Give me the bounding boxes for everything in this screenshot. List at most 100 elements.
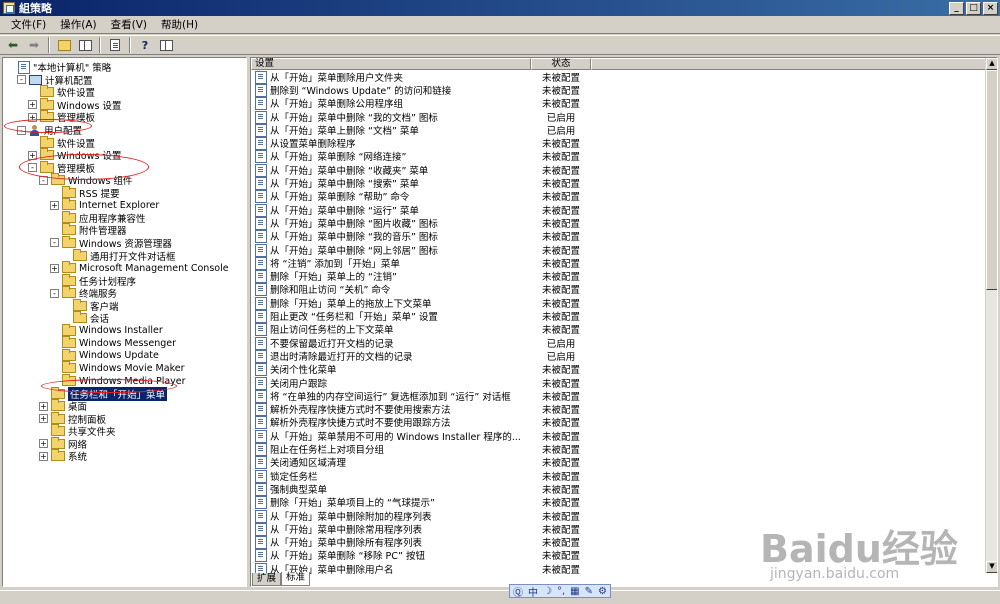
up-level-button[interactable] <box>54 36 74 54</box>
table-row[interactable]: 阻止更改 “任务栏和「开始」菜单” 设置 未被配置 <box>251 309 591 324</box>
table-row[interactable]: 从「开始」菜单中删除 “图片收藏” 图标 未被配置 <box>251 216 591 230</box>
table-row[interactable]: 从「开始」菜单中删除附加的程序列表 未被配置 <box>251 509 591 523</box>
scroll-down-arrow-icon[interactable]: ▼ <box>986 561 997 573</box>
settings-list-pane[interactable]: 设置 状态 ▲ ▼ 从「开始」菜单删除用户文件夹 未被配置 删除到 “Windows… <box>250 57 998 587</box>
tree-node[interactable]: + Windows 设置 <box>28 97 121 112</box>
table-row[interactable]: 关闭个性化菜单 未被配置 <box>251 363 591 377</box>
table-row[interactable]: 从「开始」菜单中删除 “搜索” 菜单 未被配置 <box>251 176 591 191</box>
tree-node[interactable]: Windows Installer <box>50 323 163 338</box>
table-row[interactable]: 关闭通知区域清理 未被配置 <box>251 456 591 470</box>
expand-icon[interactable]: + <box>28 112 37 122</box>
table-row[interactable]: 解析外壳程序快捷方式时不要使用跟踪方法 未被配置 <box>251 416 591 430</box>
table-row[interactable]: 删除「开始」菜单上的 “注销” 未被配置 <box>251 270 591 284</box>
ime-chinese-mode[interactable]: 中 <box>528 584 538 599</box>
tree-node[interactable]: Windows Media Player <box>50 374 186 388</box>
column-header-setting[interactable]: 设置 <box>251 58 531 70</box>
menu-view[interactable]: 查看(V) <box>104 17 154 32</box>
tree-node[interactable]: + Windows 设置 <box>28 148 121 162</box>
table-row[interactable]: 关闭用户跟踪 未被配置 <box>251 376 591 390</box>
back-button[interactable]: ⬅ <box>3 36 23 54</box>
tab-standard[interactable]: 标准 <box>281 572 311 586</box>
table-row[interactable]: 从「开始」菜单中删除 “网上邻居” 图标 未被配置 <box>251 243 591 257</box>
table-row[interactable]: 不要保留最近打开文档的记录 已启用 <box>251 336 591 350</box>
collapse-icon[interactable]: - <box>50 238 59 248</box>
ime-settings-icon[interactable]: ⚙ <box>598 586 607 597</box>
tree-node[interactable]: 通用打开文件对话框 <box>61 248 176 263</box>
tree-node[interactable]: + 管理模板 <box>28 110 95 124</box>
tree-node[interactable]: - 用户配置 <box>17 124 82 137</box>
show-hide-tree-button[interactable] <box>75 36 95 54</box>
help-button[interactable]: ? <box>135 36 155 54</box>
tree-node[interactable]: 应用程序兼容性 <box>50 210 146 225</box>
tab-extended[interactable]: 扩展 <box>252 573 282 586</box>
tree-node[interactable]: + 桌面 <box>39 399 87 413</box>
ime-pen-icon[interactable]: ✎ <box>585 586 593 597</box>
tree-node[interactable]: 任务栏和「开始」菜单 <box>39 386 168 401</box>
table-row[interactable]: 从设置菜单删除程序 未被配置 <box>251 137 591 151</box>
export-list-button[interactable] <box>105 36 125 54</box>
tree-node[interactable]: Windows Update <box>50 348 159 363</box>
collapse-icon[interactable]: - <box>39 175 48 185</box>
tree-node[interactable]: Windows Movie Maker <box>50 361 185 375</box>
properties-button[interactable] <box>156 36 176 54</box>
expand-icon[interactable]: + <box>50 200 59 210</box>
ime-punctuation-icon[interactable]: °, <box>557 586 565 597</box>
forward-button[interactable]: ➡ <box>24 36 44 54</box>
table-row[interactable]: 删除到 “Windows Update” 的访问和链接 未被配置 <box>251 83 591 97</box>
table-row[interactable]: 阻止在任务栏上对项目分组 未被配置 <box>251 442 591 457</box>
table-row[interactable]: 从「开始」菜单中删除所有程序列表 未被配置 <box>251 536 591 550</box>
tree-node[interactable]: "本地计算机" 策略 <box>6 61 111 75</box>
table-row[interactable]: 删除「开始」菜单项目上的 “气球提示” 未被配置 <box>251 496 591 510</box>
tree-node[interactable]: + 网络 <box>39 436 87 451</box>
tree-node[interactable]: - 计算机配置 <box>17 74 93 87</box>
collapse-icon[interactable]: - <box>17 125 26 135</box>
expand-icon[interactable]: + <box>39 439 48 449</box>
ime-keyboard-icon[interactable]: ▦ <box>570 586 579 597</box>
expand-icon[interactable]: + <box>39 451 48 461</box>
table-row[interactable]: 从「开始」菜单中删除 “我的文档” 图标 已启用 <box>251 110 591 124</box>
tree-node[interactable]: 软件设置 <box>28 85 95 99</box>
maximize-button[interactable]: □ <box>966 1 981 15</box>
tree-node[interactable]: + 系统 <box>39 449 87 463</box>
table-row[interactable]: 阻止访问任务栏的上下文菜单 未被配置 <box>251 323 591 337</box>
expand-icon[interactable]: + <box>50 263 59 273</box>
tree-node[interactable]: 任务计划程序 <box>50 273 136 288</box>
tree-node[interactable]: + 控制面板 <box>39 411 106 426</box>
scroll-thumb[interactable] <box>986 70 997 290</box>
ime-logo-icon[interactable]: Ⓠ <box>513 584 523 599</box>
tree-node[interactable]: Windows Messenger <box>50 336 176 350</box>
table-row[interactable]: 将 “在单独的内存空间运行” 复选框添加到 “运行” 对话框 未被配置 <box>251 389 591 403</box>
table-row[interactable]: 解析外壳程序快捷方式时不要使用搜索方法 未被配置 <box>251 403 591 417</box>
expand-icon[interactable]: + <box>39 401 48 411</box>
tree-node[interactable]: + Internet Explorer <box>50 198 159 212</box>
tree-node[interactable]: 附件管理器 <box>50 223 127 237</box>
table-row[interactable]: 从「开始」菜单删除 “帮助” 命令 未被配置 <box>251 190 591 204</box>
tree-node[interactable]: 客户端 <box>61 298 119 313</box>
minimize-button[interactable]: _ <box>949 1 964 15</box>
table-row[interactable]: 从「开始」菜单中删除常用程序列表 未被配置 <box>251 522 591 536</box>
menu-action[interactable]: 操作(A) <box>53 17 103 32</box>
collapse-icon[interactable]: - <box>28 163 37 173</box>
collapse-icon[interactable]: - <box>50 288 59 298</box>
table-row[interactable]: 从「开始」菜单中删除 “收藏夹” 菜单 未被配置 <box>251 163 591 177</box>
close-button[interactable]: × <box>983 1 998 15</box>
console-tree-pane[interactable]: "本地计算机" 策略 - 计算机配置 软件设置 + Windows 设置 + 管理模板 - 用户配… <box>2 57 247 587</box>
table-row[interactable]: 从「开始」菜单删除用户文件夹 未被配置 <box>251 70 591 84</box>
table-row[interactable]: 删除和阻止访问 “关机” 命令 未被配置 <box>251 283 591 297</box>
table-row[interactable]: 将 “注销” 添加到「开始」菜单 未被配置 <box>251 256 591 270</box>
column-header-state[interactable]: 状态 <box>531 58 591 70</box>
list-scrollbar[interactable]: ▲ ▼ <box>985 58 997 573</box>
expand-icon[interactable]: + <box>28 150 37 160</box>
table-row[interactable]: 强制典型菜单 未被配置 <box>251 482 591 496</box>
expand-icon[interactable]: + <box>28 100 37 110</box>
menu-file[interactable]: 文件(F) <box>4 17 53 32</box>
collapse-icon[interactable]: - <box>17 75 26 85</box>
table-row[interactable]: 从「开始」菜单删除公用程序组 未被配置 <box>251 97 591 111</box>
table-row[interactable]: 退出时清除最近打开的文档的记录 已启用 <box>251 349 591 363</box>
tree-node[interactable]: - Windows 资源管理器 <box>50 235 172 250</box>
ime-width-moon-icon[interactable]: ☽ <box>543 586 552 597</box>
tree-node[interactable]: - 管理模板 <box>28 160 95 175</box>
table-row[interactable]: 从「开始」菜单中删除 “运行” 菜单 未被配置 <box>251 203 591 217</box>
tree-node[interactable]: 共享文件夹 <box>39 424 116 438</box>
table-row[interactable]: 从「开始」菜单中删除 “我的音乐” 图标 未被配置 <box>251 230 591 244</box>
